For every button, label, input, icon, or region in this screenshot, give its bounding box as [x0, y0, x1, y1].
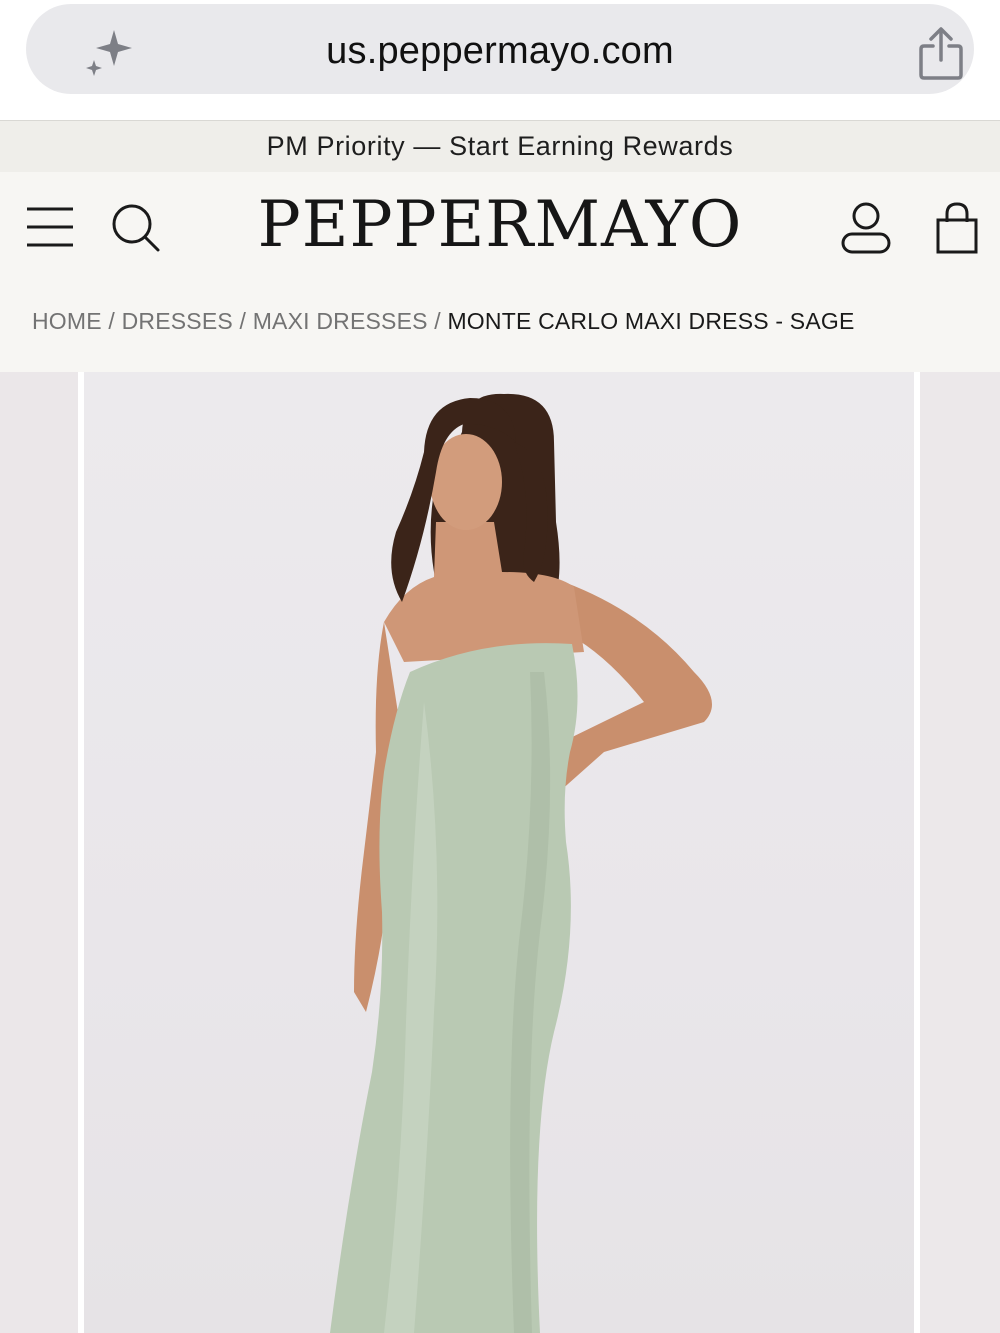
breadcrumb-separator: / [239, 308, 253, 334]
site-header: PEPPERMAYO HOME / DRESSES / MAXI DRESSES… [0, 172, 1000, 372]
promo-banner[interactable]: PM Priority — Start Earning Rewards [0, 120, 1000, 172]
address-bar[interactable]: us.peppermayo.com [26, 4, 974, 94]
browser-toolbar: us.peppermayo.com [0, 0, 1000, 120]
next-image-peek[interactable] [920, 372, 1000, 1333]
breadcrumb-separator: / [434, 308, 448, 334]
model-illustration [330, 393, 712, 1333]
breadcrumb-home[interactable]: HOME [32, 308, 102, 334]
breadcrumb-maxi-dresses[interactable]: MAXI DRESSES [253, 308, 428, 334]
promo-text[interactable]: PM Priority — Start Earning Rewards [267, 131, 734, 162]
url-text[interactable]: us.peppermayo.com [26, 30, 974, 73]
share-icon[interactable] [916, 26, 966, 82]
bag-icon[interactable] [934, 200, 980, 256]
breadcrumb-current: MONTE CARLO MAXI DRESS - SAGE [447, 308, 855, 334]
breadcrumb-dresses[interactable]: DRESSES [122, 308, 233, 334]
product-gallery[interactable] [0, 372, 1000, 1333]
previous-image-peek[interactable] [0, 372, 78, 1333]
account-icon[interactable] [838, 200, 894, 256]
product-image[interactable] [84, 372, 914, 1333]
breadcrumb: HOME / DRESSES / MAXI DRESSES / MONTE CA… [32, 308, 855, 335]
breadcrumb-separator: / [108, 308, 122, 334]
